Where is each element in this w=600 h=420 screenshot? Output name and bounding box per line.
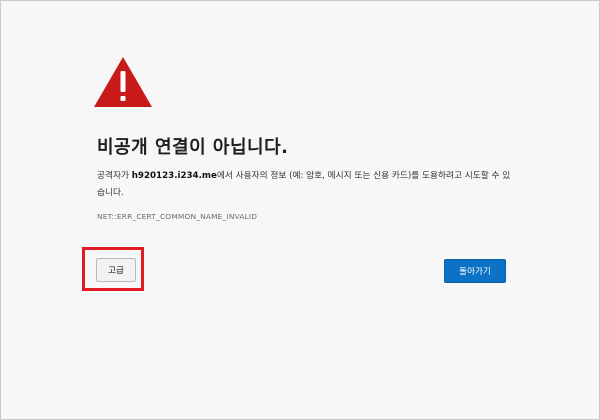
advanced-button[interactable]: 고급 [96,258,136,282]
browser-viewport: 비공개 연결이 아닙니다. 공격자가 h920123.i234.me에서 사용자… [0,0,600,420]
error-title: 비공개 연결이 아닙니다. [97,137,289,158]
error-code: NET::ERR_CERT_COMMON_NAME_INVALID [97,212,258,221]
error-description: 공격자가 h920123.i234.me에서 사용자의 정보 (예: 암호, 메… [97,168,517,202]
back-button[interactable]: 돌아가기 [444,259,506,283]
host-name: h920123.i234.me [131,171,217,181]
warning-triangle-icon [94,57,152,107]
description-prefix: 공격자가 [97,171,132,181]
